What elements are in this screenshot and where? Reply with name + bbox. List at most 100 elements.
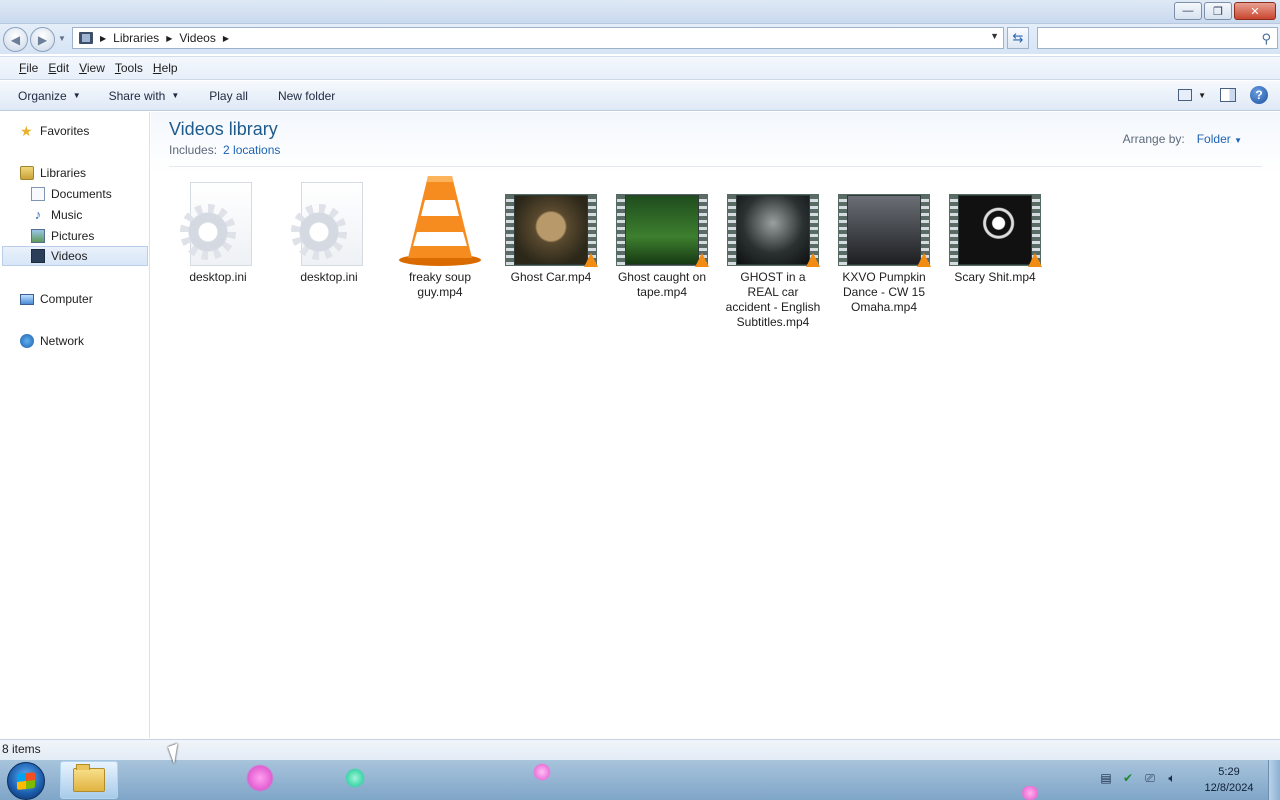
settings-file-icon	[283, 174, 375, 266]
nav-label: Documents	[51, 187, 112, 201]
show-desktop-button[interactable]	[1268, 760, 1280, 800]
file-name: GHOST in a REAL car accident - English S…	[725, 270, 821, 329]
status-bar: 8 items	[0, 739, 1280, 760]
command-bar: Organize ▼ Share with ▼ Play all New folde…	[0, 81, 1280, 111]
locations-link[interactable]: 2 locations	[223, 143, 280, 157]
file-item[interactable]: Scary Shit.mp4	[945, 174, 1045, 285]
file-name: Ghost caught on tape.mp4	[617, 270, 707, 299]
pictures-icon	[31, 229, 45, 243]
documents-icon	[31, 187, 45, 201]
nav-computer[interactable]: Computer	[20, 289, 93, 309]
clock-date: 12/8/2024	[1204, 782, 1254, 794]
preview-pane-icon[interactable]	[1220, 88, 1236, 102]
network-icon	[20, 334, 34, 348]
folder-icon	[73, 764, 105, 792]
music-note-icon: ♪	[34, 207, 42, 222]
chevron-down-icon: ▼	[1234, 136, 1242, 145]
back-button[interactable]: ◀	[3, 27, 28, 52]
address-bar[interactable]: ▶ Libraries ▶ Videos ▶ ▼	[72, 27, 1004, 49]
taskbar-explorer-button[interactable]	[60, 761, 118, 799]
nav-documents[interactable]: Documents	[31, 184, 112, 204]
taskbar-clock[interactable]: 5:29 12/8/2024	[1196, 764, 1262, 796]
wallpaper-decoration	[1020, 786, 1040, 800]
window-titlebar: — ❐ ✕	[0, 0, 1280, 24]
nav-libraries[interactable]: Libraries	[20, 163, 86, 183]
nav-label: Favorites	[40, 124, 90, 138]
menu-view[interactable]: View	[79, 61, 105, 75]
tray-document-icon[interactable]: ▤	[1098, 770, 1114, 786]
menu-help[interactable]: Help	[153, 61, 178, 75]
nav-pictures[interactable]: Pictures	[31, 226, 94, 246]
help-icon[interactable]: ?	[1250, 86, 1268, 104]
library-includes: Includes: 2 locations	[169, 143, 280, 157]
view-options-dropdown-icon[interactable]: ▼	[1198, 91, 1206, 100]
file-item[interactable]: freaky soup guy.mp4	[390, 174, 490, 300]
arrange-dropdown[interactable]: Folder ▼	[1197, 132, 1242, 146]
file-item[interactable]: KXVO Pumpkin Dance - CW 15 Omaha.mp4	[834, 174, 934, 315]
computer-icon	[20, 293, 34, 305]
new-folder-button[interactable]: New folder	[278, 89, 335, 103]
file-name: Scary Shit.mp4	[954, 270, 1036, 284]
wallpaper-decoration	[246, 764, 274, 792]
file-item[interactable]: Ghost Car.mp4	[501, 174, 601, 285]
file-item[interactable]: Ghost caught on tape.mp4	[612, 174, 712, 300]
file-view: Videos library Includes: 2 locations Arra…	[151, 112, 1280, 738]
breadcrumb-separator-icon[interactable]: ▶	[223, 34, 229, 43]
nav-label: Libraries	[40, 166, 87, 180]
item-count: 8 items	[2, 742, 41, 756]
libraries-icon	[20, 166, 34, 180]
menu-file[interactable]: File	[19, 61, 38, 75]
search-icon[interactable]: ⚲	[1261, 31, 1271, 47]
arrange-by: Arrange by: Folder ▼	[1123, 132, 1242, 146]
video-thumbnail	[616, 174, 709, 267]
menu-edit[interactable]: Edit	[48, 61, 69, 75]
forward-arrow-icon: ▶	[37, 32, 48, 47]
file-name: desktop.ini	[189, 270, 247, 284]
nav-music[interactable]: ♪ Music	[31, 205, 83, 225]
start-button[interactable]	[7, 762, 45, 800]
breadcrumb-libraries[interactable]: Libraries	[113, 31, 159, 45]
back-arrow-icon: ◀	[10, 32, 21, 47]
nav-network[interactable]: Network	[20, 331, 84, 351]
nav-videos[interactable]: Videos	[2, 246, 148, 266]
organize-button[interactable]: Organize ▼	[18, 89, 81, 103]
minimize-button[interactable]: —	[1174, 2, 1202, 20]
breadcrumb-videos[interactable]: Videos	[179, 31, 215, 45]
maximize-button[interactable]: ❐	[1204, 2, 1232, 20]
chevron-down-icon: ▼	[171, 91, 180, 100]
nav-label: Music	[51, 208, 83, 222]
address-row: ◀ ▶ ▼ ▶ Libraries ▶ Videos ▶ ▼ ⇆ ⚲	[0, 24, 1280, 54]
file-name: KXVO Pumpkin Dance - CW 15 Omaha.mp4	[842, 270, 926, 314]
address-dropdown-icon[interactable]: ▼	[990, 31, 999, 41]
recent-pages-dropdown[interactable]: ▼	[58, 34, 66, 43]
taskbar: ▤ ✔ ⎚ 🔈︎ 5:29 12/8/2024	[0, 760, 1280, 800]
nav-label: Computer	[40, 292, 93, 306]
share-with-button[interactable]: Share with ▼	[109, 89, 180, 103]
file-item[interactable]: GHOST in a REAL car accident - English S…	[723, 174, 823, 330]
file-item[interactable]: desktop.ini	[168, 174, 268, 285]
close-button[interactable]: ✕	[1234, 2, 1276, 20]
vlc-badge-icon	[806, 253, 820, 267]
breadcrumb-separator-icon[interactable]: ▶	[100, 34, 106, 43]
nav-favorites[interactable]: ★ Favorites	[20, 121, 89, 141]
breadcrumb-separator-icon[interactable]: ▶	[166, 34, 172, 43]
volume-icon[interactable]: 🔈︎	[1164, 770, 1180, 786]
nav-label: Videos	[51, 249, 88, 263]
header-divider	[169, 166, 1262, 167]
search-input[interactable]: ⚲	[1037, 27, 1278, 49]
window-controls: — ❐ ✕	[1174, 2, 1276, 20]
vlc-badge-icon	[695, 253, 709, 267]
forward-button[interactable]: ▶	[30, 27, 55, 52]
system-tray: ▤ ✔ ⎚ 🔈︎	[1098, 770, 1180, 786]
library-location-icon	[79, 32, 93, 44]
includes-label: Includes:	[169, 143, 218, 157]
change-view-icon[interactable]	[1178, 89, 1193, 101]
tray-security-icon[interactable]: ✔	[1120, 770, 1136, 786]
menu-tools[interactable]: Tools	[115, 61, 143, 75]
video-thumbnail	[838, 174, 931, 267]
file-item[interactable]: desktop.ini	[279, 174, 379, 285]
play-all-button[interactable]: Play all	[209, 89, 248, 103]
arrange-label: Arrange by:	[1122, 132, 1185, 146]
network-tray-icon[interactable]: ⎚	[1142, 770, 1158, 786]
refresh-button[interactable]: ⇆	[1007, 27, 1029, 49]
